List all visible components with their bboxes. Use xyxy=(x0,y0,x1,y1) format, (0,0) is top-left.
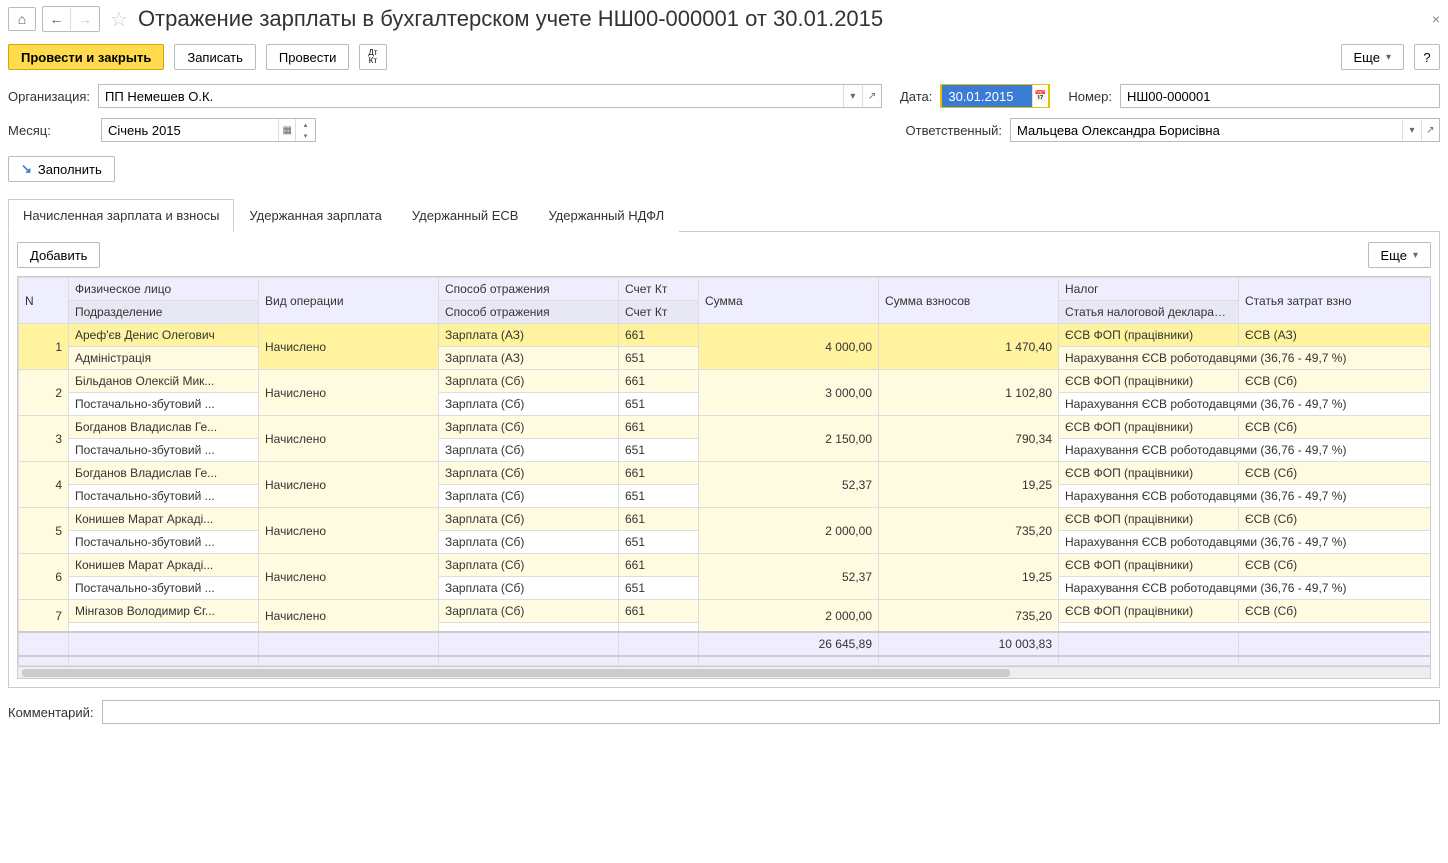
help-button[interactable]: ? xyxy=(1414,44,1440,70)
fill-arrow-icon: ↘ xyxy=(21,161,32,177)
organization-input[interactable] xyxy=(99,85,843,107)
form-row-2: Месяц: ▦ ▴ ▾ Ответственный: ▾ ↗ xyxy=(8,118,1440,142)
grid-scroll[interactable]: N Физическое лицо Вид операции Способ от… xyxy=(18,277,1430,666)
number-input[interactable] xyxy=(1121,85,1439,107)
total-sum: 26 645,89 xyxy=(699,632,879,656)
responsible-label: Ответственный: xyxy=(906,123,1002,138)
data-grid: N Физическое лицо Вид операции Способ от… xyxy=(17,276,1431,679)
responsible-field[interactable]: ▾ ↗ xyxy=(1010,118,1440,142)
calendar-icon[interactable]: 📅 xyxy=(1032,85,1049,107)
col-tax[interactable]: Налог xyxy=(1059,278,1239,301)
dropdown-icon[interactable]: ▾ xyxy=(843,85,862,107)
number-field[interactable] xyxy=(1120,84,1440,108)
comment-field[interactable] xyxy=(102,700,1441,724)
col-way[interactable]: Способ отражения xyxy=(439,278,619,301)
tab-withheld-salary[interactable]: Удержанная зарплата xyxy=(234,199,396,232)
col-op[interactable]: Вид операции xyxy=(259,278,439,324)
comment-label: Комментарий: xyxy=(8,705,94,720)
grid-footer: 26 645,89 10 003,83 xyxy=(19,632,1431,666)
month-picker-icon[interactable]: ▦ xyxy=(278,119,295,141)
home-icon[interactable]: ⌂ xyxy=(8,7,36,31)
dropdown-icon[interactable]: ▾ xyxy=(1402,119,1420,141)
horizontal-scrollbar[interactable] xyxy=(18,666,1430,678)
form-row-1: Организация: ▾ ↗ Дата: 📅 Номер: xyxy=(8,84,1440,108)
table-row[interactable]: 3Богданов Владислав Ге...НачисленоЗарпла… xyxy=(19,416,1431,439)
page-title: Отражение зарплаты в бухгалтерском учете… xyxy=(138,6,883,32)
command-bar: Провести и закрыть Записать Провести Дт … xyxy=(8,44,1440,70)
comment-row: Комментарий: xyxy=(8,700,1440,724)
close-icon[interactable]: × xyxy=(1432,11,1440,27)
total-sumv: 10 003,83 xyxy=(879,632,1059,656)
month-input[interactable] xyxy=(102,119,278,141)
grid-body: 1Ареф'єв Денис ОлеговичНачисленоЗарплата… xyxy=(19,324,1431,633)
table-row[interactable]: 1Ареф'єв Денис ОлеговичНачисленоЗарплата… xyxy=(19,324,1431,347)
col-dept[interactable]: Подразделение xyxy=(69,301,259,324)
tab-withheld-ndfl[interactable]: Удержанный НДФЛ xyxy=(533,199,679,232)
table-row[interactable]: 2Більданов Олексій Мик...НачисленоЗарпла… xyxy=(19,370,1431,393)
responsible-input[interactable] xyxy=(1011,119,1402,141)
col-way2[interactable]: Способ отражения xyxy=(439,301,619,324)
post-and-close-button[interactable]: Провести и закрыть xyxy=(8,44,164,70)
number-label: Номер: xyxy=(1068,89,1112,104)
open-icon[interactable]: ↗ xyxy=(862,85,881,107)
col-acc[interactable]: Счет Кт xyxy=(619,278,699,301)
date-field[interactable]: 📅 xyxy=(940,84,1050,108)
col-n[interactable]: N xyxy=(19,278,69,324)
inner-toolbar: Добавить Еще xyxy=(17,242,1431,268)
date-label: Дата: xyxy=(900,89,932,104)
col-sumv[interactable]: Сумма взносов xyxy=(879,278,1059,324)
fill-label: Заполнить xyxy=(38,162,102,177)
tab-withheld-esv[interactable]: Удержанный ЕСВ xyxy=(397,199,534,232)
month-field[interactable]: ▦ ▴ ▾ xyxy=(101,118,316,142)
add-button[interactable]: Добавить xyxy=(17,242,100,268)
tab-accrued[interactable]: Начисленная зарплата и взносы xyxy=(8,199,234,232)
forward-icon[interactable]: → xyxy=(71,7,99,31)
col-acc2[interactable]: Счет Кт xyxy=(619,301,699,324)
post-button[interactable]: Провести xyxy=(266,44,350,70)
table-row[interactable]: 4Богданов Владислав Ге...НачисленоЗарпла… xyxy=(19,462,1431,485)
month-label: Месяц: xyxy=(8,123,93,138)
top-toolbar: ⌂ ← → ☆ Отражение зарплаты в бухгалтерск… xyxy=(8,6,1440,32)
spin-up-icon[interactable]: ▴ xyxy=(295,119,315,130)
fill-button[interactable]: ↘ Заполнить xyxy=(8,156,115,182)
month-spinner[interactable]: ▴ ▾ xyxy=(295,119,315,141)
organization-label: Организация: xyxy=(8,89,90,104)
table-row[interactable]: 5Конишев Марат Аркаді...НачисленоЗарплат… xyxy=(19,508,1431,531)
col-decl[interactable]: Статья налоговой декларации xyxy=(1059,301,1239,324)
tab-content: Добавить Еще N Физическое лицо Вид опера… xyxy=(8,232,1440,688)
back-icon[interactable]: ← xyxy=(43,7,71,31)
organization-field[interactable]: ▾ ↗ xyxy=(98,84,882,108)
favorite-star-icon[interactable]: ☆ xyxy=(110,7,128,32)
inner-more-button[interactable]: Еще xyxy=(1368,242,1431,268)
col-person[interactable]: Физическое лицо xyxy=(69,278,259,301)
comment-input[interactable] xyxy=(103,701,1440,723)
nav-group: ← → xyxy=(42,6,100,32)
tabs: Начисленная зарплата и взносы Удержанная… xyxy=(8,198,1440,232)
save-button[interactable]: Записать xyxy=(174,44,256,70)
spin-down-icon[interactable]: ▾ xyxy=(295,130,315,141)
open-icon[interactable]: ↗ xyxy=(1421,119,1439,141)
dtkt-button[interactable]: Дт Кт xyxy=(359,44,386,70)
grid-header: N Физическое лицо Вид операции Способ от… xyxy=(19,278,1431,324)
table-row[interactable]: 6Конишев Марат Аркаді...НачисленоЗарплат… xyxy=(19,554,1431,577)
table-row[interactable]: 7Мінгазов Володимир Єг...НачисленоЗарпла… xyxy=(19,600,1431,623)
more-button[interactable]: Еще xyxy=(1341,44,1404,70)
col-sum[interactable]: Сумма xyxy=(699,278,879,324)
date-input[interactable] xyxy=(942,85,1031,107)
col-art[interactable]: Статья затрат взно xyxy=(1239,278,1431,324)
